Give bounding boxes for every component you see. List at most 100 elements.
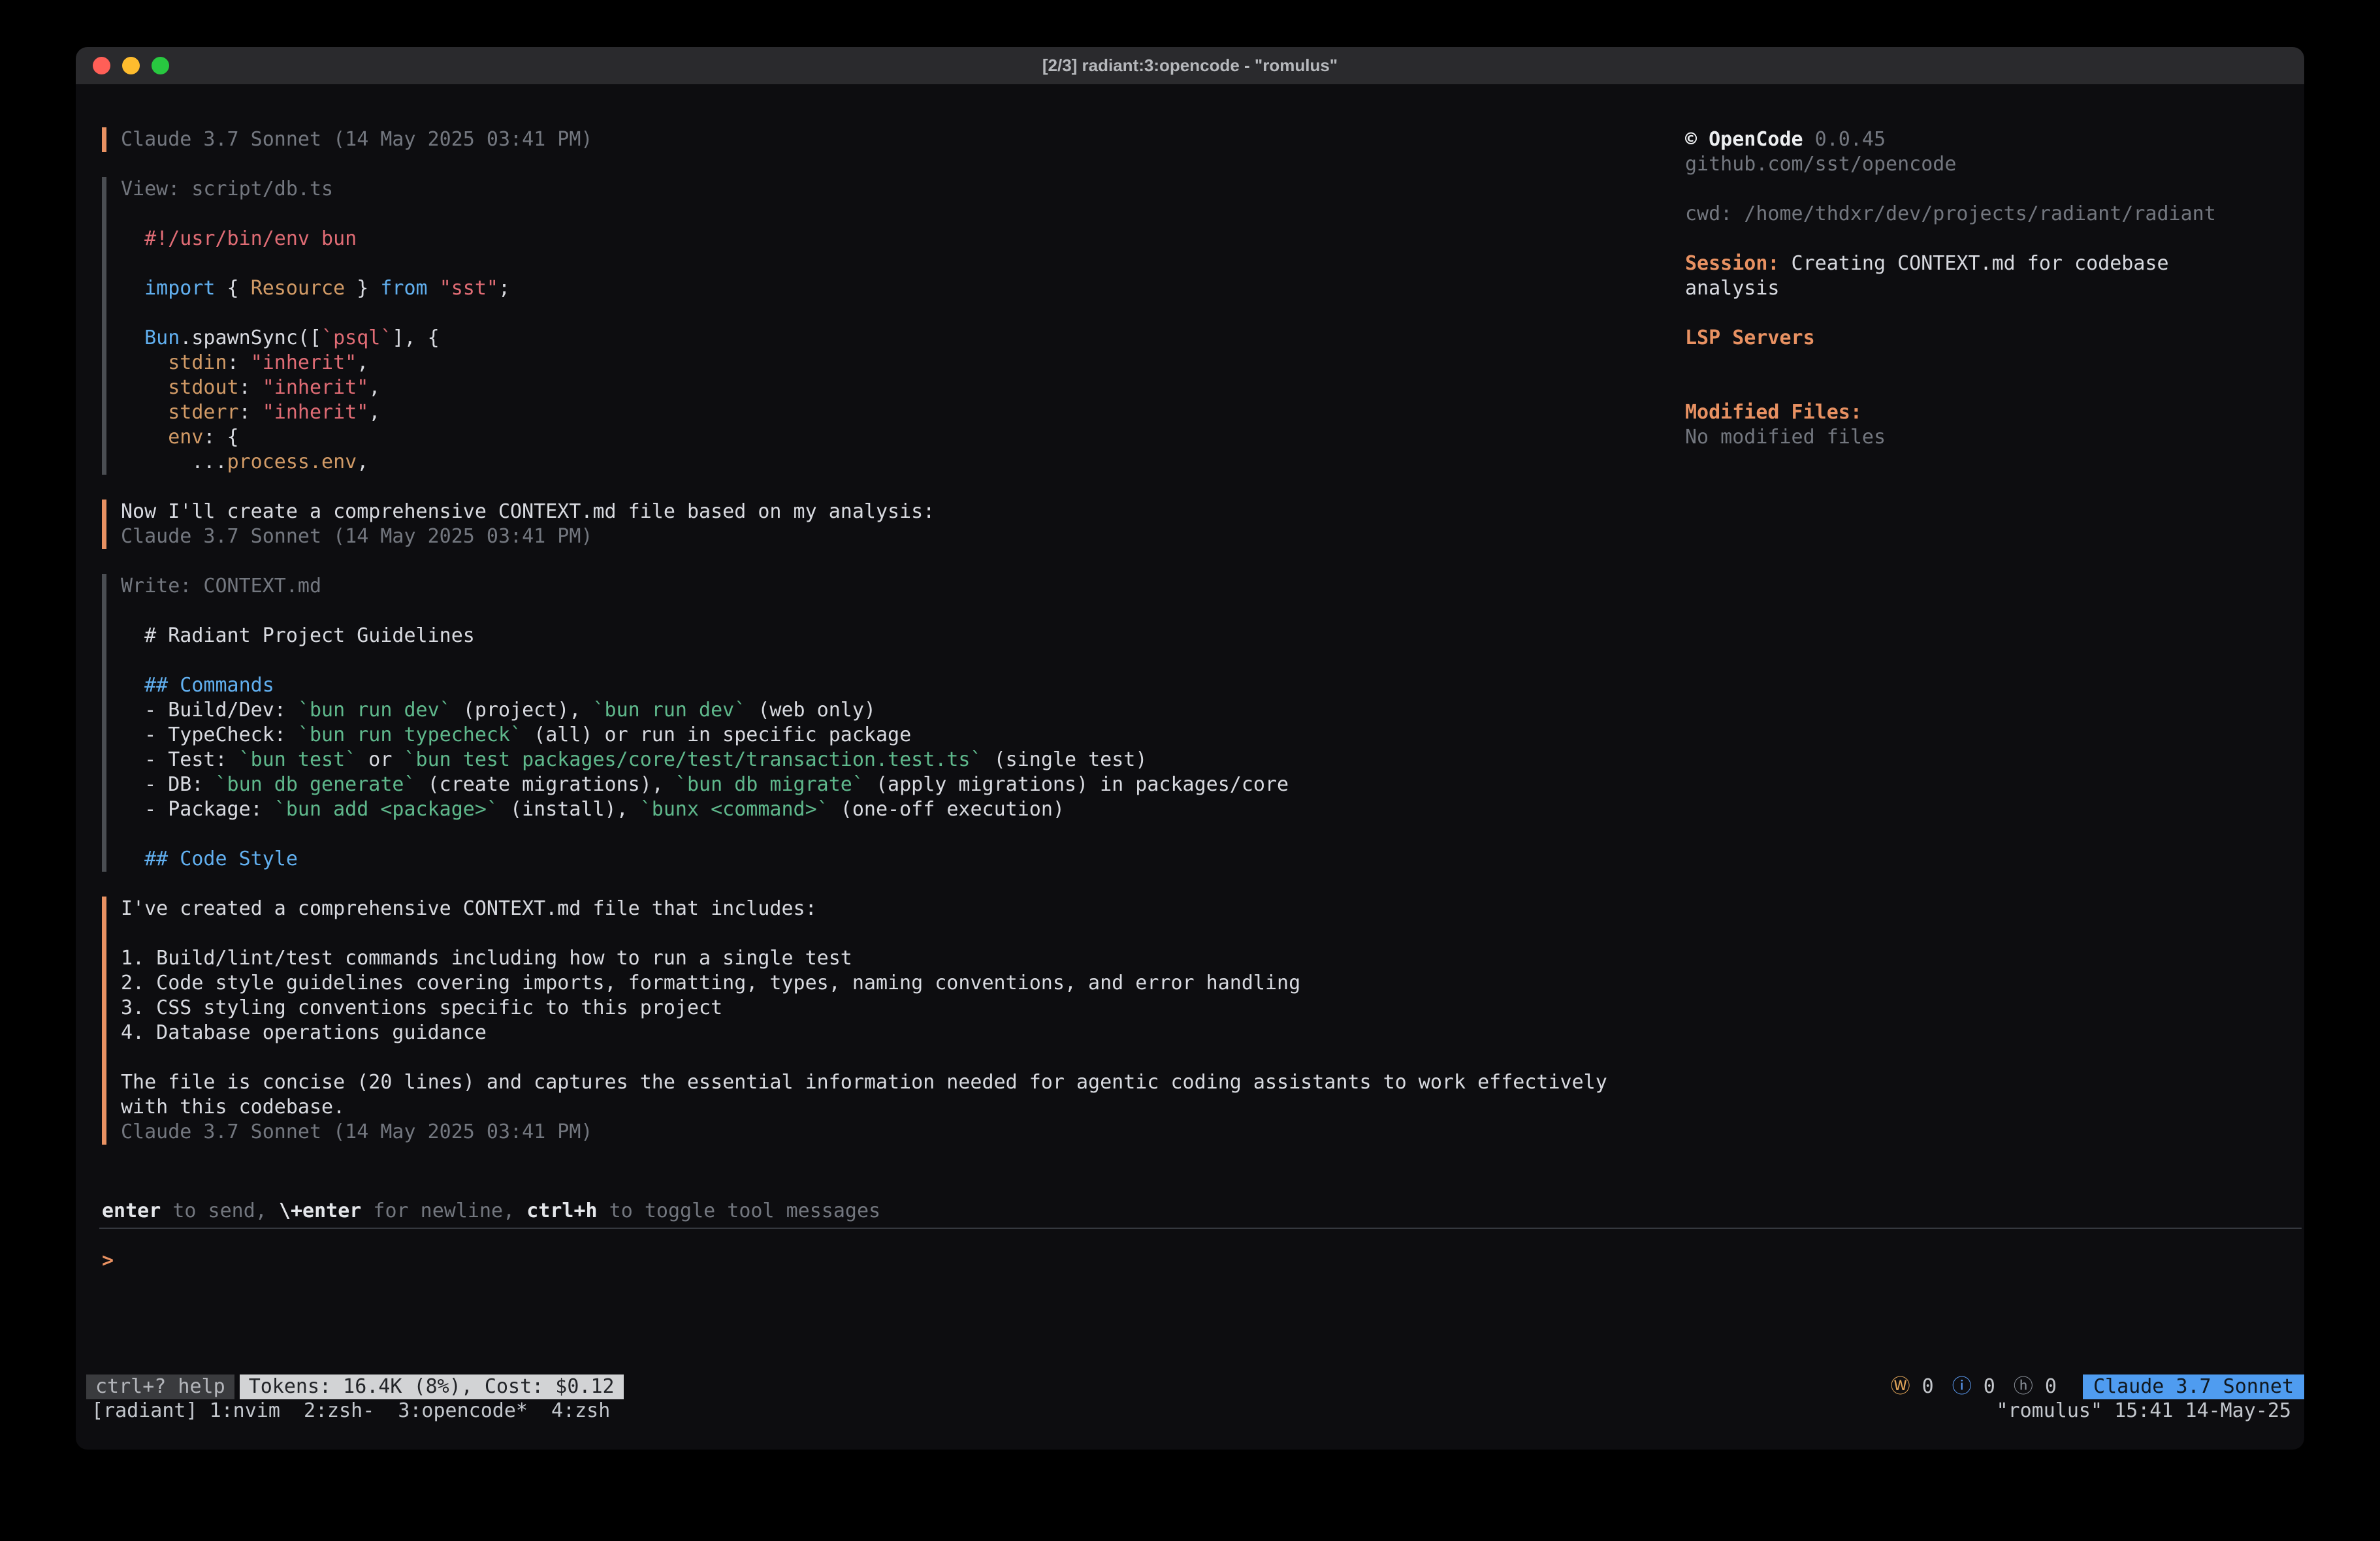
text-segment: for newline, bbox=[361, 1199, 526, 1222]
prompt-input[interactable]: > bbox=[102, 1248, 114, 1273]
text-segment: : bbox=[239, 401, 263, 424]
prompt-symbol: > bbox=[102, 1249, 114, 1272]
tmux-status-bar: [radiant] 1:nvim2:zsh-3:opencode*4:zsh "… bbox=[91, 1399, 2291, 1423]
text-segment: 0.0.45 bbox=[1803, 128, 1886, 151]
text-segment: : bbox=[227, 351, 251, 374]
text-segment: or bbox=[357, 748, 404, 771]
tool-view-block: View: script/db.ts #!/usr/bin/env bun im… bbox=[102, 177, 1676, 475]
tokens-cost-badge: Tokens: 16.4K (8%), Cost: $0.12 bbox=[240, 1374, 624, 1399]
assistant-summary-block: I've created a comprehensive CONTEXT.md … bbox=[102, 897, 1676, 1145]
text-segment: View: script/db.ts bbox=[121, 178, 333, 200]
text-segment: "inherit" bbox=[263, 401, 369, 424]
terminal-window: [2/3] radiant:3:opencode - "romulus" Cla… bbox=[76, 47, 2304, 1450]
text-segment: (project), bbox=[451, 699, 593, 722]
text-segment: (install), bbox=[498, 798, 640, 821]
text-segment: - Build/Dev: bbox=[121, 699, 298, 722]
text-segment: LSP Servers bbox=[1685, 326, 1815, 349]
tmux-windows: 1:nvim 2:zsh- 3:opencode* 4:zsh bbox=[210, 1399, 634, 1423]
text-segment: "inherit" bbox=[251, 351, 357, 374]
status-right: Ⓦ 0ⓘ 0ⓗ 0 Claude 3.7 Sonnet bbox=[1891, 1374, 2304, 1399]
text-segment: : bbox=[239, 376, 263, 399]
text-segment: (apply migrations) in packages/core bbox=[864, 773, 1289, 796]
text-segment: Claude 3.7 Sonnet (14 May 2025 03:41 PM) bbox=[121, 128, 592, 151]
text-segment: { bbox=[216, 277, 251, 300]
text-segment: `bunx <command>` bbox=[640, 798, 829, 821]
help-row: enter to send, \+enter for newline, ctrl… bbox=[102, 1199, 880, 1224]
zoom-button[interactable] bbox=[152, 57, 169, 74]
text-segment: ; bbox=[498, 277, 510, 300]
diagnostic-icon: ⓘ bbox=[1952, 1375, 1972, 1398]
text-segment: - Test: bbox=[121, 748, 239, 771]
text-segment: , bbox=[368, 401, 380, 424]
help-shortcut-badge[interactable]: ctrl+? help bbox=[86, 1374, 234, 1399]
text-segment: , bbox=[357, 351, 368, 374]
diagnostic-counter-0: Ⓦ 0 bbox=[1891, 1374, 1934, 1399]
status-bar: ctrl+? help Tokens: 16.4K (8%), Cost: $0… bbox=[86, 1374, 2304, 1399]
text-segment: , bbox=[368, 376, 380, 399]
model-badge[interactable]: Claude 3.7 Sonnet bbox=[2083, 1374, 2304, 1399]
text-segment: ... bbox=[121, 451, 227, 473]
text-segment: env bbox=[121, 426, 203, 449]
text-segment: Session: bbox=[1685, 252, 1780, 275]
assistant-header-block-text: Claude 3.7 Sonnet (14 May 2025 03:41 PM) bbox=[121, 127, 1676, 152]
text-segment: © OpenCode bbox=[1685, 128, 1803, 151]
tool-view-block-text: View: script/db.ts #!/usr/bin/env bun im… bbox=[121, 177, 1676, 475]
text-segment: No modified files bbox=[1685, 426, 1886, 449]
text-segment: Bun bbox=[121, 326, 180, 349]
sidebar-text: © OpenCode 0.0.45 github.com/sst/opencod… bbox=[1685, 127, 2223, 450]
text-segment: stderr bbox=[121, 401, 239, 424]
tool-write-block: Write: CONTEXT.md # Radiant Project Guid… bbox=[102, 574, 1676, 872]
minimize-button[interactable] bbox=[122, 57, 140, 74]
text-segment: import bbox=[121, 277, 216, 300]
diagnostic-count: 0 bbox=[1972, 1375, 1995, 1398]
window-title: [2/3] radiant:3:opencode - "romulus" bbox=[1042, 56, 1338, 76]
text-segment: "inherit" bbox=[263, 376, 369, 399]
tool-write-block-text: Write: CONTEXT.md # Radiant Project Guid… bbox=[121, 574, 1676, 872]
text-segment: ctrl+h bbox=[526, 1199, 597, 1222]
text-segment: 4. Database operations guidance bbox=[121, 1021, 487, 1044]
input-divider bbox=[99, 1228, 2302, 1229]
text-segment: `psql` bbox=[321, 326, 392, 349]
assistant-header-block: Claude 3.7 Sonnet (14 May 2025 03:41 PM) bbox=[102, 127, 1676, 152]
text-segment: 2. Code style guidelines covering import… bbox=[121, 972, 1300, 994]
diagnostic-count: 0 bbox=[2033, 1375, 2057, 1398]
text-segment: `bun test` bbox=[239, 748, 357, 771]
text-segment: Resource bbox=[251, 277, 346, 300]
text-segment bbox=[428, 277, 440, 300]
text-segment: (one-off execution) bbox=[829, 798, 1065, 821]
text-segment: `bun run dev` bbox=[298, 699, 451, 722]
terminal-content: Claude 3.7 Sonnet (14 May 2025 03:41 PM)… bbox=[76, 84, 2304, 1450]
text-segment: to toggle tool messages bbox=[598, 1199, 880, 1222]
tmux-window-3-opencode[interactable]: 3:opencode* bbox=[398, 1399, 528, 1422]
text-segment: Claude 3.7 Sonnet (14 May 2025 03:41 PM) bbox=[121, 525, 592, 548]
text-segment: 1. Build/lint/test commands including ho… bbox=[121, 947, 852, 970]
text-segment: "sst" bbox=[440, 277, 498, 300]
text-segment: `bun db migrate` bbox=[675, 773, 864, 796]
text-segment: ## Code Style bbox=[121, 848, 298, 870]
tmux-window-2-zsh[interactable]: 2:zsh- bbox=[304, 1399, 374, 1422]
tmux-window-4-zsh[interactable]: 4:zsh bbox=[551, 1399, 610, 1422]
text-segment: enter bbox=[102, 1199, 161, 1222]
assistant-message-block-text: Now I'll create a comprehensive CONTEXT.… bbox=[121, 500, 1676, 549]
tmux-right-status: "romulus" 15:41 14-May-25 bbox=[1996, 1399, 2291, 1423]
conversation: Claude 3.7 Sonnet (14 May 2025 03:41 PM)… bbox=[102, 127, 1676, 1169]
text-segment: stdout bbox=[121, 376, 239, 399]
close-button[interactable] bbox=[93, 57, 110, 74]
tmux-window-1-nvim[interactable]: 1:nvim bbox=[210, 1399, 280, 1422]
text-segment: The file is concise (20 lines) and captu… bbox=[121, 1071, 1607, 1094]
text-segment: , bbox=[357, 451, 368, 473]
text-segment: from bbox=[380, 277, 427, 300]
titlebar: [2/3] radiant:3:opencode - "romulus" bbox=[76, 47, 2304, 84]
text-segment: Modified Files: bbox=[1685, 401, 1862, 424]
text-segment: with this codebase. bbox=[121, 1096, 345, 1119]
text-segment: Now I'll create a comprehensive CONTEXT.… bbox=[121, 500, 935, 523]
diagnostic-icon: ⓗ bbox=[2014, 1375, 2033, 1398]
text-segment: `bun run dev` bbox=[593, 699, 747, 722]
text-segment: (single test) bbox=[982, 748, 1148, 771]
text-segment: \+enter bbox=[279, 1199, 361, 1222]
text-segment: - DB: bbox=[121, 773, 216, 796]
diagnostic-counter-2: ⓗ 0 bbox=[2014, 1374, 2057, 1399]
text-segment: `bun test packages/core/test/transaction… bbox=[404, 748, 982, 771]
sidebar: © OpenCode 0.0.45 github.com/sst/opencod… bbox=[1685, 127, 2223, 450]
text-segment: process.env bbox=[227, 451, 357, 473]
